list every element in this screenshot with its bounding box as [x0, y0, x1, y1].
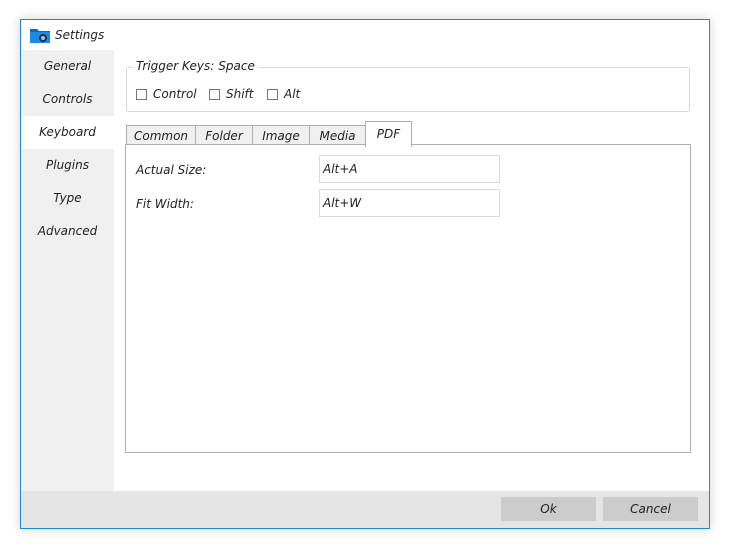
actual-size-shortcut-input[interactable]: Alt+A: [319, 155, 500, 183]
tab-pdf[interactable]: PDF: [365, 121, 412, 147]
fit-width-shortcut-input[interactable]: Alt+W: [319, 189, 500, 217]
cancel-button[interactable]: Cancel: [603, 497, 698, 521]
title-bar: Settings: [21, 20, 709, 50]
keyboard-settings-content: Trigger Keys: Space Control Shift Alt Com…: [114, 50, 709, 492]
alt-checkbox[interactable]: Alt: [267, 87, 300, 101]
control-checkbox[interactable]: Control: [136, 87, 197, 101]
alt-checkbox-box[interactable]: [267, 88, 278, 100]
tab-media[interactable]: Media: [309, 125, 366, 146]
tab-common[interactable]: Common: [126, 125, 196, 146]
control-checkbox-box[interactable]: [136, 88, 147, 100]
trigger-keys-label: Trigger Keys:: [136, 59, 215, 73]
shift-checkbox[interactable]: Shift: [209, 87, 254, 101]
actual-size-label: Actual Size:: [136, 163, 207, 177]
control-checkbox-label: Control: [153, 87, 197, 101]
settings-window: Settings General Controls Keyboard Plugi…: [20, 19, 710, 529]
tab-image[interactable]: Image: [252, 125, 310, 146]
ok-button[interactable]: Ok: [501, 497, 596, 521]
window-title: Settings: [55, 28, 105, 42]
sidebar-item-advanced[interactable]: Advanced: [21, 215, 114, 248]
sidebar-item-type[interactable]: Type: [21, 182, 114, 215]
pdf-shortcuts-panel: Actual Size: Alt+A Fit Width: Alt+W: [125, 144, 691, 453]
trigger-keys-group: Trigger Keys: Space Control Shift Alt: [126, 59, 690, 112]
shift-checkbox-box[interactable]: [209, 88, 220, 100]
fit-width-label: Fit Width:: [136, 197, 194, 211]
alt-checkbox-label: Alt: [284, 87, 301, 101]
sidebar-item-controls[interactable]: Controls: [21, 83, 114, 116]
shift-checkbox-label: Shift: [226, 87, 254, 101]
sidebar-item-keyboard[interactable]: Keyboard: [21, 116, 114, 149]
trigger-keys-value: Space: [218, 59, 255, 73]
dialog-footer: Ok Cancel: [21, 491, 709, 528]
sidebar-item-general[interactable]: General: [21, 50, 114, 83]
settings-sidebar: General Controls Keyboard Plugins Type A…: [21, 50, 114, 492]
camera-folder-icon: [29, 26, 51, 44]
tab-folder[interactable]: Folder: [195, 125, 253, 146]
trigger-keys-legend: Trigger Keys: Space: [133, 59, 258, 73]
sidebar-item-plugins[interactable]: Plugins: [21, 149, 114, 182]
